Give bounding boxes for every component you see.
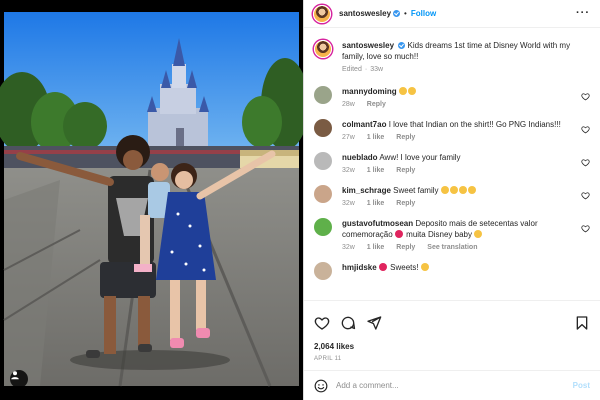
commenter-avatar[interactable] — [314, 86, 332, 104]
comment-meta: 32w 1 like Reply — [342, 200, 477, 207]
comment-username[interactable]: nueblado — [342, 153, 378, 162]
add-comment-input[interactable] — [336, 381, 573, 390]
reply-button[interactable]: Reply — [396, 244, 415, 251]
caption-username[interactable]: santoswesley — [342, 41, 394, 50]
comments-list[interactable]: santoswesley Kids dreams 1st time at Dis… — [304, 29, 600, 299]
verified-badge-icon — [398, 42, 406, 50]
comment-text-block: hmjidske Sweets! — [342, 262, 430, 273]
post-details-panel: santoswesley • Follow ··· santoswesley K… — [303, 0, 600, 400]
comment-age: 28w — [342, 101, 355, 108]
comment-meta: 32w 1 like Reply — [342, 167, 461, 174]
comment-text-2: muita Disney baby — [406, 230, 472, 239]
post-comment-button[interactable]: Post — [573, 381, 590, 390]
comment-text: Sweet family — [393, 186, 439, 195]
comment-likes[interactable]: 1 like — [367, 200, 385, 207]
like-comment-heart-icon[interactable] — [581, 224, 590, 233]
comment-likes[interactable]: 1 like — [367, 134, 385, 141]
emoji-icon — [398, 87, 407, 95]
post-header: santoswesley • Follow ··· — [304, 0, 600, 28]
comment-age: 32w — [342, 244, 355, 251]
emoji-icon — [449, 186, 458, 194]
reply-button[interactable]: Reply — [396, 167, 415, 174]
likes-count[interactable]: 2,064 likes — [314, 342, 590, 351]
see-translation-button[interactable]: See translation — [427, 244, 477, 251]
comment-username[interactable]: gustavofutmosean — [342, 219, 413, 228]
comment-meta: 27w 1 like Reply — [342, 134, 561, 141]
caption-meta: Edited · 33w — [342, 66, 590, 73]
follow-button[interactable]: Follow — [411, 9, 436, 18]
comment-username[interactable]: kim_schrage — [342, 186, 391, 195]
photo-illustration — [0, 0, 303, 400]
reply-button[interactable]: Reply — [396, 200, 415, 207]
heart-icon[interactable] — [314, 315, 330, 331]
comment-text: Aww! I love your family — [379, 153, 461, 162]
comment-likes[interactable]: 1 like — [367, 167, 385, 174]
emoji-icon — [407, 87, 416, 95]
user-tag-icon — [11, 371, 19, 380]
comment-age: 32w — [342, 200, 355, 207]
commenter-avatar[interactable] — [314, 152, 332, 170]
caption-edited: Edited — [342, 66, 362, 73]
action-icons — [314, 314, 590, 332]
post-date: APRIL 11 — [314, 356, 342, 362]
comment-text-block: mannydoming — [342, 86, 417, 97]
commenter-avatar[interactable] — [314, 119, 332, 137]
comment-text-block: nueblado Aww! I love your family — [342, 152, 461, 163]
emoji-icon — [467, 186, 476, 194]
comment-likes[interactable]: 1 like — [367, 244, 385, 251]
comment-item: mannydoming 28w Reply — [314, 86, 590, 108]
comment-text: Sweets! — [390, 263, 419, 272]
like-comment-heart-icon[interactable] — [581, 158, 590, 167]
comment-item: nueblado Aww! I love your family 32w 1 l… — [314, 152, 590, 174]
author-username[interactable]: santoswesley — [339, 9, 391, 18]
separator-dot: • — [404, 9, 407, 18]
comment-icon[interactable] — [340, 315, 356, 331]
reply-button[interactable]: Reply — [396, 134, 415, 141]
commenter-avatar[interactable] — [314, 262, 332, 280]
heart-emoji-icon — [378, 263, 387, 271]
author-avatar[interactable] — [313, 4, 331, 23]
comment-item: kim_schrage Sweet family 32w 1 like Repl… — [314, 185, 590, 207]
emoji-icon — [420, 263, 429, 271]
comment-item: hmjidske Sweets! — [314, 262, 590, 280]
commenter-avatar[interactable] — [314, 185, 332, 203]
more-options-icon[interactable]: ··· — [576, 8, 590, 19]
comment-age: 27w — [342, 134, 355, 141]
comment-text: I love that Indian on the shirt!! Go PNG… — [388, 120, 561, 129]
comment-username[interactable]: mannydoming — [342, 87, 397, 96]
comment-text-block: kim_schrage Sweet family — [342, 185, 477, 196]
verified-badge-icon — [393, 10, 401, 17]
comment-username[interactable]: colmant7ao — [342, 120, 386, 129]
emoji-icon[interactable] — [314, 379, 328, 393]
commenter-avatar[interactable] — [314, 218, 332, 236]
like-comment-heart-icon[interactable] — [581, 92, 590, 101]
reply-button[interactable]: Reply — [367, 101, 386, 108]
post-photo[interactable] — [0, 0, 303, 400]
like-comment-heart-icon[interactable] — [581, 191, 590, 200]
share-icon[interactable] — [366, 315, 382, 331]
comment-username[interactable]: hmjidske — [342, 263, 377, 272]
caption: santoswesley Kids dreams 1st time at Dis… — [314, 40, 590, 73]
heart-emoji-icon — [394, 230, 403, 238]
caption-age-sep: · — [364, 66, 368, 73]
comment-age: 32w — [342, 167, 355, 174]
emoji-icon — [440, 186, 449, 194]
comment-text-block: colmant7ao I love that Indian on the shi… — [342, 119, 561, 130]
caption-text-block: santoswesley Kids dreams 1st time at Dis… — [342, 40, 590, 62]
tagged-users-button[interactable] — [10, 370, 28, 388]
add-comment-bar: Post — [304, 370, 600, 400]
post-actions: 2,064 likes APRIL 11 — [304, 300, 600, 368]
emoji-icon — [474, 230, 483, 238]
comment-meta: 28w Reply — [342, 101, 417, 108]
like-comment-heart-icon[interactable] — [581, 125, 590, 134]
comment-text-block: gustavofutmosean Deposito mais de setece… — [342, 218, 574, 240]
comment-item: colmant7ao I love that Indian on the shi… — [314, 119, 590, 141]
caption-age: 33w — [370, 66, 384, 73]
caption-author-avatar[interactable] — [314, 40, 332, 58]
bookmark-icon[interactable] — [574, 315, 590, 331]
comment-meta: 32w 1 like Reply See translation — [342, 244, 574, 251]
comment-item: gustavofutmosean Deposito mais de setece… — [314, 218, 590, 251]
emoji-icon — [458, 186, 467, 194]
